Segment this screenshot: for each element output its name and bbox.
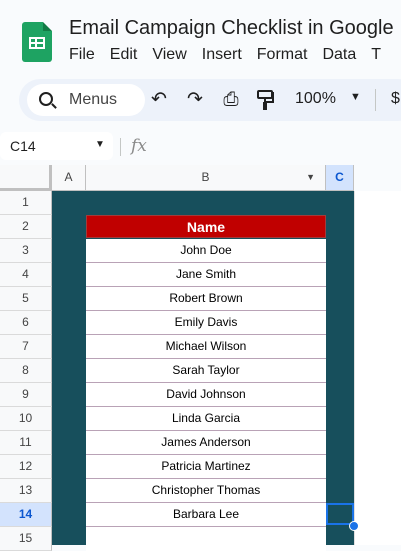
menu-edit[interactable]: Edit [110,46,138,64]
row-header[interactable]: 8 [0,359,52,383]
search-menus-label: Menus [69,91,118,108]
name-cell[interactable]: John Doe [86,239,326,263]
name-cell[interactable]: Barbara Lee [86,503,326,527]
menu-bar: File Edit View Insert Format Data T [69,46,396,68]
menu-insert[interactable]: Insert [202,46,242,64]
name-cell[interactable]: Emily Davis [86,311,326,335]
formula-divider [120,138,121,156]
name-cell[interactable]: Linda Garcia [86,407,326,431]
select-all-corner[interactable] [0,165,52,191]
column-header-b[interactable]: B ▼ [86,165,326,191]
name-cell[interactable]: James Anderson [86,431,326,455]
zoom-select[interactable]: 100% [295,90,336,108]
toolbar-divider [375,89,376,111]
toolbar: Menus ↶ ↷ ⎙ 100% ▼ $ [19,79,401,121]
chevron-down-icon[interactable]: ▼ [95,139,105,150]
row-header[interactable]: 1 [0,191,52,215]
cell-reference: C14 [10,138,36,154]
search-menus[interactable]: Menus [27,84,145,116]
name-cell[interactable]: Michael Wilson [86,335,326,359]
row-header[interactable]: 9 [0,383,52,407]
name-cell[interactable]: Sarah Taylor [86,359,326,383]
name-cell[interactable]: Jane Smith [86,263,326,287]
sheets-logo-icon[interactable] [22,22,52,62]
name-cell[interactable]: David Johnson [86,383,326,407]
name-cell[interactable]: Christopher Thomas [86,479,326,503]
paint-format-icon[interactable] [255,89,277,111]
column-header-a[interactable]: A [52,165,86,191]
zoom-caret-icon[interactable]: ▼ [350,91,361,103]
undo-icon[interactable]: ↶ [148,89,170,111]
name-table-header[interactable]: Name [86,215,326,238]
redo-icon[interactable]: ↷ [184,89,206,111]
menu-tools[interactable]: T [371,46,381,64]
print-icon[interactable]: ⎙ [220,89,242,111]
menu-file[interactable]: File [69,46,95,64]
column-header-b-label: B [201,170,210,184]
row-header[interactable]: 10 [0,407,52,431]
row-header[interactable]: 15 [0,527,52,551]
column-header-empty [354,165,401,191]
row-header[interactable]: 5 [0,287,52,311]
row-header[interactable]: 11 [0,431,52,455]
row-header[interactable]: 3 [0,239,52,263]
empty-sheet-area[interactable] [354,191,401,545]
menu-format[interactable]: Format [257,46,308,64]
empty-cell[interactable] [86,527,326,551]
column-menu-caret-icon[interactable]: ▼ [306,165,315,190]
currency-format-button[interactable]: $ [391,90,400,108]
document-title[interactable]: Email Campaign Checklist in Google [69,17,394,40]
row-header[interactable]: 2 [0,215,52,239]
name-cell[interactable]: Patricia Martinez [86,455,326,479]
fx-icon: fx [131,136,147,156]
name-box[interactable]: C14 ▼ [0,132,113,160]
column-header-c[interactable]: C [326,165,354,191]
search-icon [39,92,53,106]
row-header[interactable]: 4 [0,263,52,287]
menu-view[interactable]: View [152,46,186,64]
row-header[interactable]: 12 [0,455,52,479]
row-header[interactable]: 7 [0,335,52,359]
menu-data[interactable]: Data [322,46,356,64]
row-header[interactable]: 6 [0,311,52,335]
name-cell[interactable]: Robert Brown [86,287,326,311]
row-header[interactable]: 13 [0,479,52,503]
fill-handle[interactable] [349,521,359,531]
row-header[interactable]: 14 [0,503,52,527]
